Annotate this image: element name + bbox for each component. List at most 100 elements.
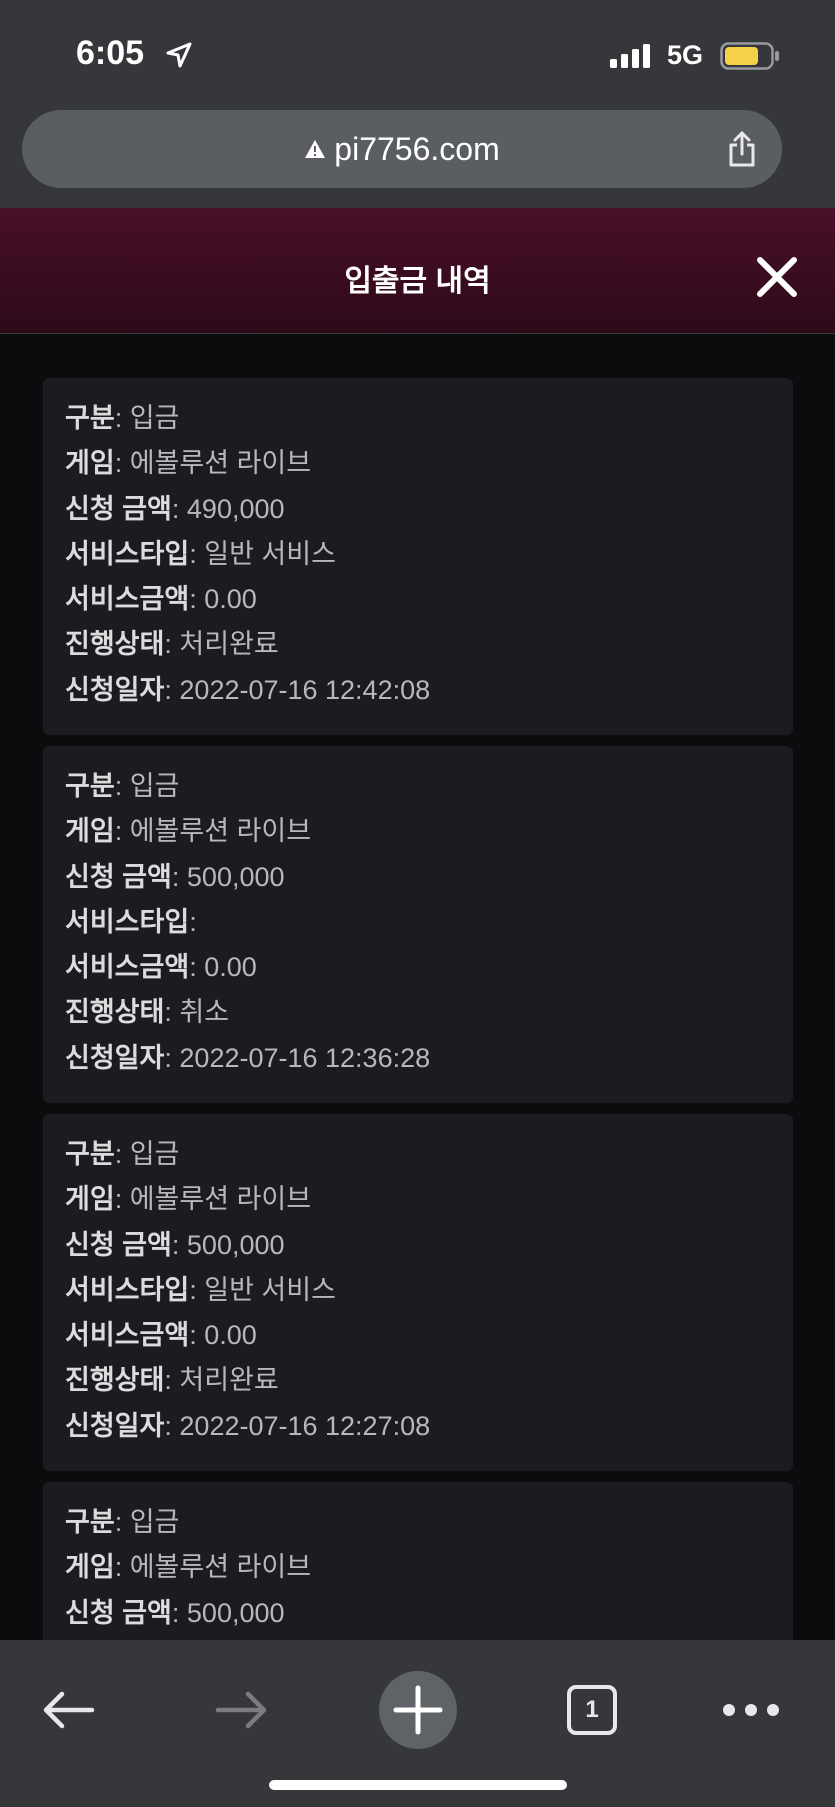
transaction-record-card: 구분: 입금 게임: 에볼루션 라이브 신청 금액: 500,000 서비스타입: 일… <box>43 1114 793 1471</box>
field-label: 게임 <box>65 1552 115 1583</box>
field-label: 진행상태 <box>65 629 165 660</box>
plus-icon <box>393 1685 443 1735</box>
field-value: 0.00 <box>204 584 257 615</box>
field-separator: : <box>164 674 172 705</box>
more-options-icon[interactable] <box>722 1702 780 1718</box>
field-label: 신청일자 <box>65 674 165 705</box>
record-field-service-type: 서비스타입: 일반 서비스 <box>65 532 793 577</box>
field-label: 서비스금액 <box>65 584 190 615</box>
record-field-amount: 신청 금액: 500,000 <box>65 1591 793 1636</box>
record-field-amount: 신청 금액: 490,000 <box>65 487 793 532</box>
field-value: 2022-07-16 12:42:08 <box>179 674 431 705</box>
field-value: 에볼루션 라이브 <box>129 1552 312 1583</box>
field-separator: : <box>164 1042 172 1073</box>
field-separator: : <box>114 1552 123 1583</box>
url-content: pi7756.com <box>22 110 782 188</box>
field-label: 진행상태 <box>65 1365 165 1396</box>
field-label: 신청일자 <box>65 1042 165 1073</box>
record-field-game: 게임: 에볼루션 라이브 <box>65 809 793 854</box>
home-indicator <box>269 1780 567 1790</box>
field-label: 신청일자 <box>65 1410 165 1441</box>
field-separator: : <box>164 1410 172 1441</box>
field-label: 게임 <box>65 448 115 479</box>
field-separator: : <box>189 1274 197 1305</box>
field-separator: : <box>164 1365 172 1396</box>
field-value: 입금 <box>129 771 180 801</box>
network-label: 5G <box>667 40 704 70</box>
tab-count-button[interactable]: 1 <box>567 1685 617 1735</box>
field-separator: : <box>189 906 197 937</box>
field-separator: : <box>189 1320 197 1351</box>
field-value: 2022-07-16 12:27:08 <box>179 1410 431 1441</box>
transaction-record-card: 구분: 입금 게임: 에볼루션 라이브 신청 금액: 490,000 서비스타입: 일… <box>43 378 793 735</box>
record-field-service-amount: 서비스금액: 0.00 <box>65 945 793 990</box>
field-value: 일반 서비스 <box>204 538 336 569</box>
record-field-service-type: 서비스타입: <box>65 900 793 945</box>
url-text: pi7756.com <box>334 130 500 167</box>
cellular-signal-icon <box>610 44 650 68</box>
field-value: 500,000 <box>186 1229 285 1260</box>
field-value: 0.00 <box>204 1320 257 1351</box>
field-value: 일반 서비스 <box>204 1274 336 1305</box>
transaction-record-card: 구분: 입금게임: 에볼루션 라이브신청 금액: 500,000서비스타입: 서… <box>43 746 793 1103</box>
back-arrow-icon[interactable] <box>40 1688 96 1732</box>
field-value: 처리완료 <box>179 1365 279 1396</box>
field-value: 에볼루션 라이브 <box>129 448 312 479</box>
status-bar: 6:05 5G <box>0 0 835 106</box>
record-field-type: 구분: 입금 <box>65 764 793 809</box>
field-separator: : <box>114 771 123 801</box>
battery-icon <box>720 42 779 70</box>
record-field-game: 게임: 에볼루션 라이브 <box>65 1545 793 1590</box>
record-field-service-type: 서비스타입: 일반 서비스 <box>65 1268 793 1313</box>
record-field-type: 구분: 입금 <box>65 396 793 441</box>
page-header: 입출금 내역 <box>0 208 835 334</box>
new-tab-button[interactable] <box>379 1671 457 1749</box>
address-bar[interactable]: pi7756.com <box>22 110 782 188</box>
record-field-type: 구분: 입금 <box>65 1500 793 1545</box>
record-field-status: 진행상태: 처리완료 <box>65 622 793 667</box>
field-label: 서비스타입 <box>65 538 190 569</box>
field-value: 490,000 <box>186 493 285 524</box>
share-icon[interactable] <box>726 130 758 168</box>
page-title: 입출금 내역 <box>344 265 491 298</box>
field-label: 신청 금액 <box>65 1597 172 1628</box>
record-field-type: 구분: 입금 <box>65 1132 793 1177</box>
field-value: 입금 <box>129 1139 180 1169</box>
field-value: 취소 <box>179 997 230 1028</box>
field-separator: : <box>171 1229 180 1260</box>
field-value: 에볼루션 라이브 <box>129 1184 312 1215</box>
field-value: 에볼루션 라이브 <box>129 816 312 847</box>
close-icon[interactable] <box>752 252 802 302</box>
field-separator: : <box>114 403 123 433</box>
field-label: 게임 <box>65 1184 115 1215</box>
forward-arrow-icon[interactable] <box>214 1688 270 1732</box>
field-label: 구분 <box>65 403 115 433</box>
field-label: 진행상태 <box>65 997 165 1028</box>
field-separator: : <box>114 1184 123 1215</box>
field-value: 2022-07-16 12:36:28 <box>179 1042 431 1073</box>
field-separator: : <box>114 816 123 847</box>
field-label: 구분 <box>65 1139 115 1169</box>
field-label: 구분 <box>65 771 115 801</box>
field-separator: : <box>171 493 180 524</box>
field-label: 서비스금액 <box>65 952 190 983</box>
field-separator: : <box>171 861 180 892</box>
field-separator: : <box>171 1597 180 1628</box>
record-field-date: 신청일자: 2022-07-16 12:36:28 <box>65 1036 793 1081</box>
warning-triangle-icon <box>305 140 326 158</box>
record-field-status: 진행상태: 취소 <box>65 990 793 1035</box>
record-field-date: 신청일자: 2022-07-16 12:42:08 <box>65 668 793 713</box>
record-field-date: 신청일자: 2022-07-16 12:27:08 <box>65 1404 793 1449</box>
field-label: 게임 <box>65 816 115 847</box>
field-value: 입금 <box>129 1507 180 1537</box>
record-field-status: 진행상태: 처리완료 <box>65 1358 793 1403</box>
field-separator: : <box>164 629 172 660</box>
transaction-list: 구분: 입금 게임: 에볼루션 라이브 신청 금액: 490,000 서비스타입: 일… <box>0 335 835 1640</box>
field-label: 서비스타입 <box>65 1274 190 1305</box>
field-label: 서비스타입 <box>65 906 190 937</box>
field-value: 입금 <box>129 403 180 433</box>
location-arrow-icon <box>166 42 192 68</box>
record-field-amount: 신청 금액: 500,000 <box>65 1223 793 1268</box>
field-separator: : <box>189 584 197 615</box>
field-separator: : <box>189 538 197 569</box>
